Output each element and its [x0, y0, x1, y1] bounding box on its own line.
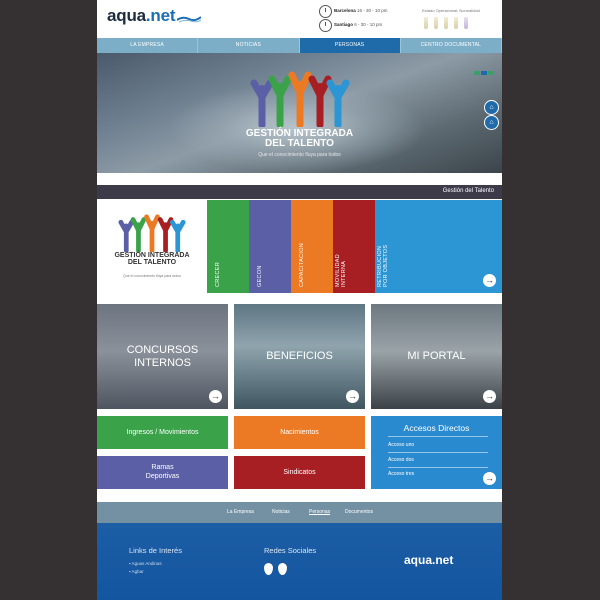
people-icon [118, 214, 186, 252]
drop-icon [424, 17, 428, 29]
tile-label: CRECER [215, 261, 221, 287]
footer-link[interactable]: ▪ Aguas Andinas [129, 561, 162, 566]
tile-label: Ramas [151, 464, 174, 471]
tile-ingresos[interactable]: Ingresos / Movimientos [97, 416, 228, 449]
tile-beneficios[interactable]: BENEFICIOS → [234, 304, 365, 409]
talent-logo-tile[interactable]: GESTIÓN INTEGRADA DEL TALENTO Que el cono… [97, 200, 207, 293]
header: aqua.net Barcelona 16 - 30 - 10 pm Santi… [97, 0, 502, 38]
nav-item-centro-documental[interactable]: CENTRO DOCUMENTAL [401, 38, 502, 53]
nav-item-personas[interactable]: PERSONAS [299, 38, 401, 53]
nav-item-noticias[interactable]: NOTICIAS [198, 38, 300, 53]
footer-nav: La Empresa Noticias Personas Documentos [97, 502, 502, 523]
logo-wave-icon [177, 16, 201, 23]
footer-social-heading: Redes Sociales [264, 546, 317, 555]
acceso-link[interactable]: Acceso tres [388, 471, 414, 477]
accesos-directos: Accesos Directos Acceso uno Acceso dos A… [371, 416, 502, 489]
home-alt-icon[interactable]: ⌂ [484, 115, 499, 130]
arrow-right-icon[interactable]: → [483, 472, 496, 485]
tile-ramas[interactable]: Ramas Deportivas [97, 456, 228, 489]
logo-main: aqua [107, 6, 146, 25]
people-icon [250, 71, 350, 127]
logo[interactable]: aqua.net [107, 6, 176, 26]
acceso-link[interactable]: Acceso uno [388, 442, 414, 448]
drop-icon[interactable] [264, 563, 273, 575]
footer-nav-documentos[interactable]: Documentos [345, 509, 373, 515]
acceso-link[interactable]: Acceso dos [388, 457, 414, 463]
arrow-right-icon[interactable]: → [209, 390, 222, 403]
main-nav: LA EMPRESA NOTICIAS PERSONAS CENTRO DOCU… [97, 38, 502, 53]
talent-title: GESTIÓN INTEGRADA DEL TALENTO [114, 252, 190, 266]
drop-icon [454, 17, 458, 29]
nav-item-empresa[interactable]: LA EMPRESA [97, 38, 199, 53]
talent-subtitle: Que el conocimiento fluya para todos [123, 274, 181, 278]
clock-santiago: Santiago 6 - 30 - 10 pm [334, 22, 383, 27]
footer: Links de Interés ▪ Aguas Andinas ▪ Agbar… [97, 523, 502, 600]
hero-subtitle: Que el conocimiento fluya para todos [258, 152, 341, 158]
tile-capacitacion[interactable]: CAPACITACION [291, 200, 333, 293]
page: aqua.net Barcelona 16 - 30 - 10 pm Santi… [97, 0, 502, 600]
logo-suffix: .net [432, 553, 454, 567]
clock-icon [319, 19, 332, 32]
tile-crecer[interactable]: CRECER [207, 200, 249, 293]
footer-nav-noticias[interactable]: Noticias [272, 509, 290, 515]
arrow-right-icon[interactable]: → [346, 390, 359, 403]
tile-label: RETRIBUCION POR OBJETOS [377, 244, 389, 287]
arrow-right-icon[interactable]: → [483, 390, 496, 403]
drop-icon [444, 17, 448, 29]
tile-concursos[interactable]: CONCURSOS INTERNOS → [97, 304, 228, 409]
drop-icon [464, 17, 468, 29]
section-title: Gestión del Talento [442, 188, 494, 194]
tile-title: CONCURSOS INTERNOS [126, 344, 199, 369]
slider-dots[interactable] [473, 62, 494, 80]
tile-label: MOVILIDAD INTERNA [335, 254, 347, 287]
clock-icon [319, 5, 332, 18]
logo-main: aqua [404, 553, 433, 567]
footer-nav-empresa[interactable]: La Empresa [227, 509, 254, 515]
clock-barcelona: Barcelona 16 - 30 - 10 pm [334, 8, 388, 13]
logo-suffix: .net [145, 6, 176, 25]
tile-label: Deportivas [145, 473, 180, 480]
tile-sindicatos[interactable]: Sindicatos [234, 456, 365, 489]
status-indicators [424, 16, 474, 34]
hero-banner: GESTIÓN INTEGRADA DEL TALENTO Que el cono… [97, 53, 502, 173]
drop-icon [434, 17, 438, 29]
footer-logo[interactable]: aqua.net [404, 553, 453, 567]
tile-nacimientos[interactable]: Nacimientos [234, 416, 365, 449]
tile-mi-portal[interactable]: MI PORTAL → [371, 304, 502, 409]
tile-label: GECON [257, 265, 263, 287]
tile-title: MI PORTAL [407, 350, 466, 362]
drop-icon[interactable] [278, 563, 287, 575]
divider [388, 452, 488, 453]
status-text: Estado Operacional: Normalidad [422, 8, 480, 13]
section-bar: Gestión del Talento [97, 185, 502, 199]
tile-retribucion[interactable]: RETRIBUCION POR OBJETOS → [375, 200, 502, 293]
divider [388, 467, 488, 468]
tile-label: CAPACITACION [299, 242, 305, 287]
footer-link[interactable]: ▪ Agbar [129, 569, 144, 574]
hero-title: GESTIÓN INTEGRADA DEL TALENTO [245, 128, 354, 149]
divider [388, 436, 488, 437]
footer-nav-personas[interactable]: Personas [309, 509, 330, 515]
arrow-right-icon[interactable]: → [483, 274, 496, 287]
home-icon[interactable]: ⌂ [484, 100, 499, 115]
footer-links-heading: Links de Interés [129, 546, 182, 555]
accesos-title: Accesos Directos [403, 423, 470, 433]
tile-movilidad[interactable]: MOVILIDAD INTERNA [333, 200, 375, 293]
tile-title: BENEFICIOS [266, 350, 333, 362]
tile-gecon[interactable]: GECON [249, 200, 291, 293]
